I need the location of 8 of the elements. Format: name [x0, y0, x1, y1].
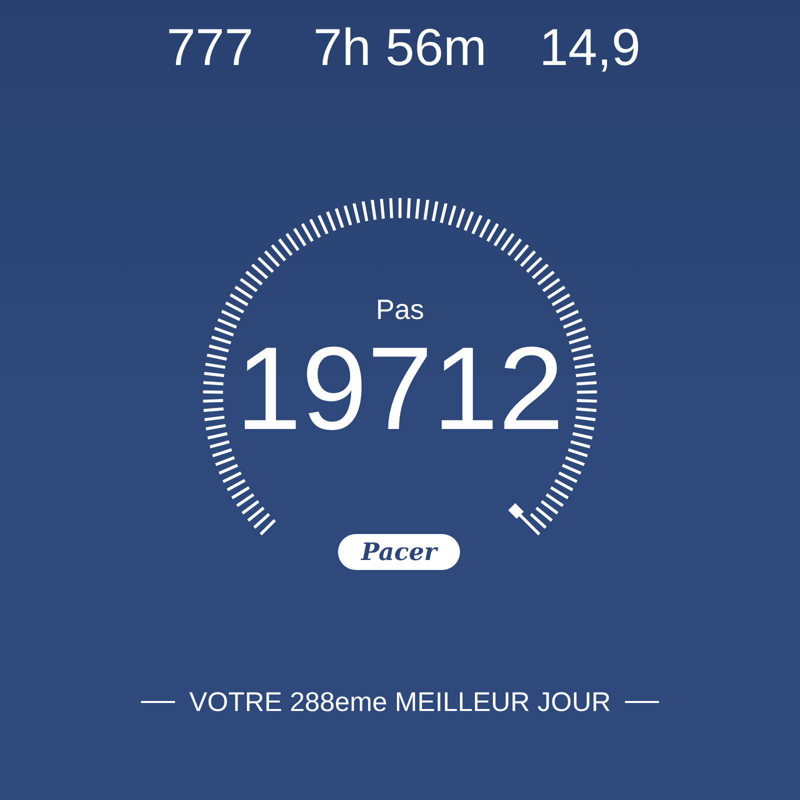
gauge-marker	[508, 503, 526, 522]
logo: Pacer	[338, 534, 460, 570]
best-day-text: VOTRE 288eme MEILLEUR JOUR	[189, 686, 611, 718]
stat-value: 777	[166, 22, 254, 74]
steps-count: 19712	[236, 330, 564, 448]
stat-value: 14,9	[538, 22, 642, 74]
steps-label: Pas	[376, 294, 424, 326]
stat-value: 7h 56m	[312, 22, 488, 74]
